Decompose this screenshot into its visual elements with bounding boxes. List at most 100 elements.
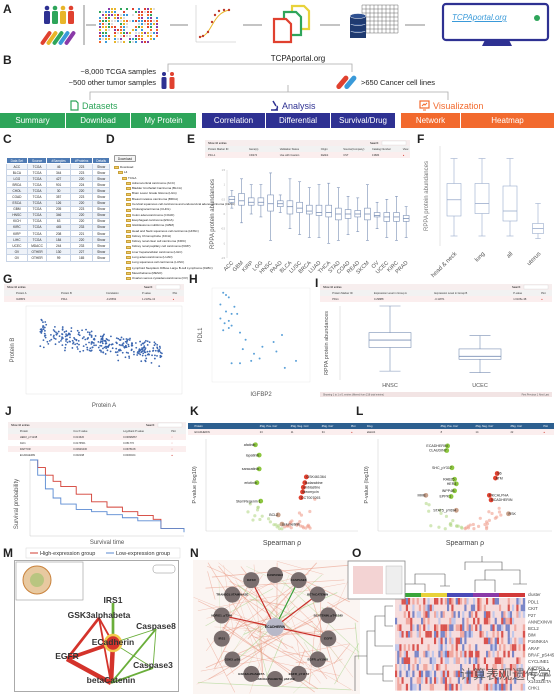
heatmap-cell	[405, 624, 409, 632]
table-row[interactable]	[8, 446, 186, 452]
column-header[interactable]: #Sig. Corr	[510, 424, 522, 428]
correlation-button[interactable]: Correlation	[202, 113, 266, 128]
column-header[interactable]: Plot	[171, 429, 176, 433]
data-point	[47, 342, 50, 345]
column-header[interactable]: #Sig. Pos. Corr	[441, 424, 459, 428]
column-header[interactable]: Source(Company)	[343, 147, 364, 151]
network-node-label[interactable]: Caspase8	[136, 621, 176, 631]
column-header[interactable]: Expression Level in Group A	[374, 291, 407, 295]
data-point	[219, 317, 222, 320]
column-header[interactable]: Correlation	[106, 291, 119, 295]
heatmap-cell	[429, 683, 433, 691]
data-point	[62, 337, 64, 340]
table-row[interactable]	[8, 440, 186, 446]
column-header[interactable]: Protein	[194, 424, 203, 428]
portal-link[interactable]: TCPAportal.org	[452, 13, 507, 22]
heatmap-cell	[418, 650, 422, 658]
network-node-label[interactable]: EGFR	[55, 651, 79, 661]
heatmap-cell	[412, 670, 415, 678]
table-row[interactable]	[4, 296, 184, 302]
data-point	[122, 338, 125, 341]
heatmap-cell	[412, 664, 415, 671]
column-header[interactable]: Plot	[541, 291, 546, 295]
show-entries-select[interactable]: Show 10 entries	[208, 141, 227, 145]
heatmap-cell	[483, 631, 487, 638]
heatmap-cell	[483, 617, 487, 625]
search-input[interactable]	[155, 284, 181, 290]
heatmap-cell	[410, 631, 413, 638]
data-point	[52, 335, 55, 338]
column-header[interactable]: #Sig. Neg. Corr	[291, 424, 309, 428]
column-header[interactable]: Plot	[173, 291, 178, 295]
column-header[interactable]: #Sig. Neg. Corr	[476, 424, 494, 428]
column-header[interactable]: Protein A	[16, 291, 27, 295]
heatmap-cell	[475, 611, 478, 618]
column-header[interactable]: Plot	[351, 424, 356, 428]
table-row[interactable]	[360, 429, 554, 435]
data-point	[93, 344, 96, 347]
heatmap-cell	[520, 624, 524, 632]
table-row[interactable]	[205, 152, 410, 158]
survival-drug-button[interactable]: Survival/Drug	[331, 113, 396, 128]
column-header[interactable]: View	[403, 147, 409, 151]
differential-button[interactable]: Differential	[266, 113, 331, 128]
search-input[interactable]	[523, 284, 549, 290]
network-node-label[interactable]: ECadherin	[92, 637, 135, 647]
column-header[interactable]: Protein Marker ID	[332, 291, 352, 295]
network-node-label: IGF1R	[247, 578, 257, 582]
point-label: INPP4B	[442, 489, 455, 493]
network-button[interactable]: Network	[401, 113, 461, 128]
heatmap-cell	[438, 683, 441, 691]
column-header[interactable]: P-value	[142, 291, 151, 295]
network-node-label[interactable]: IRS1	[104, 595, 123, 605]
heatmap-cell	[455, 598, 459, 605]
column-header[interactable]: Cox P-value	[73, 429, 88, 433]
pagination[interactable]: First Previous 1 Next Last	[522, 394, 550, 397]
heatmap-button[interactable]: Heatmap	[461, 113, 554, 128]
network-node-label[interactable]: GSK3alphabeta	[68, 610, 131, 620]
show-details-link[interactable]: Show	[92, 254, 110, 262]
heatmap-cell	[494, 631, 498, 638]
download-button[interactable]: Download	[66, 113, 131, 128]
column-header[interactable]: Protein B	[61, 291, 72, 295]
column-header[interactable]: Gene(s)	[249, 147, 259, 151]
show-entries-select[interactable]: Show 10 entries	[323, 285, 342, 289]
column-header[interactable]: #Sig. Corr	[322, 424, 334, 428]
search-input[interactable]	[157, 422, 183, 428]
point-label: BCL2	[269, 513, 278, 517]
column-header[interactable]: Drug	[367, 424, 373, 428]
column-header[interactable]: #Sig. Pos. Corr	[260, 424, 278, 428]
layout-toolbar-icon[interactable]	[152, 564, 176, 574]
heatmap-cell	[399, 664, 402, 671]
search-input[interactable]	[381, 140, 407, 146]
heatmap-cell	[421, 657, 424, 665]
summary-button[interactable]: Summary	[0, 113, 66, 128]
column-header[interactable]: P-value	[513, 291, 522, 295]
my-protein-button[interactable]: My Protein	[131, 113, 197, 128]
column-header[interactable]: Protein Marker ID	[208, 147, 228, 151]
column-header[interactable]: Plot	[543, 424, 548, 428]
network-node-label[interactable]: Caspase3	[133, 660, 173, 670]
column-header[interactable]: Log-Rank P-value	[123, 429, 144, 433]
show-entries-select[interactable]: Show 10 entries	[7, 285, 26, 289]
data-point	[77, 339, 80, 342]
column-header[interactable]: Expression Level in Group B	[434, 291, 467, 295]
heatmap-cell	[436, 644, 439, 651]
data-point	[74, 343, 77, 346]
download-tree-button[interactable]: Download	[114, 155, 136, 162]
network-node-label: EGFR	[324, 637, 333, 641]
network-node-label[interactable]: betaCatenin	[87, 675, 136, 685]
show-entries-select[interactable]: Show 10 entries	[11, 423, 30, 427]
heatmap-cell	[477, 611, 480, 618]
heatmap-cell	[479, 637, 482, 645]
table-row[interactable]	[188, 429, 360, 435]
heatmap-cell	[423, 670, 426, 678]
column-header[interactable]: Origin	[321, 147, 328, 151]
column-header[interactable]: Catalog Number	[372, 147, 391, 151]
column-header[interactable]: Protein	[20, 429, 29, 433]
x-axis-label: Spearman ρ	[446, 540, 484, 547]
panel-n-network: IGF1R CASPASE3 CASPASE8 BETACATENIN BCATENIN…	[193, 560, 360, 694]
heatmap-cell	[436, 683, 439, 691]
column-header[interactable]: Validation Status	[280, 147, 300, 151]
heatmap-cell	[405, 664, 409, 671]
